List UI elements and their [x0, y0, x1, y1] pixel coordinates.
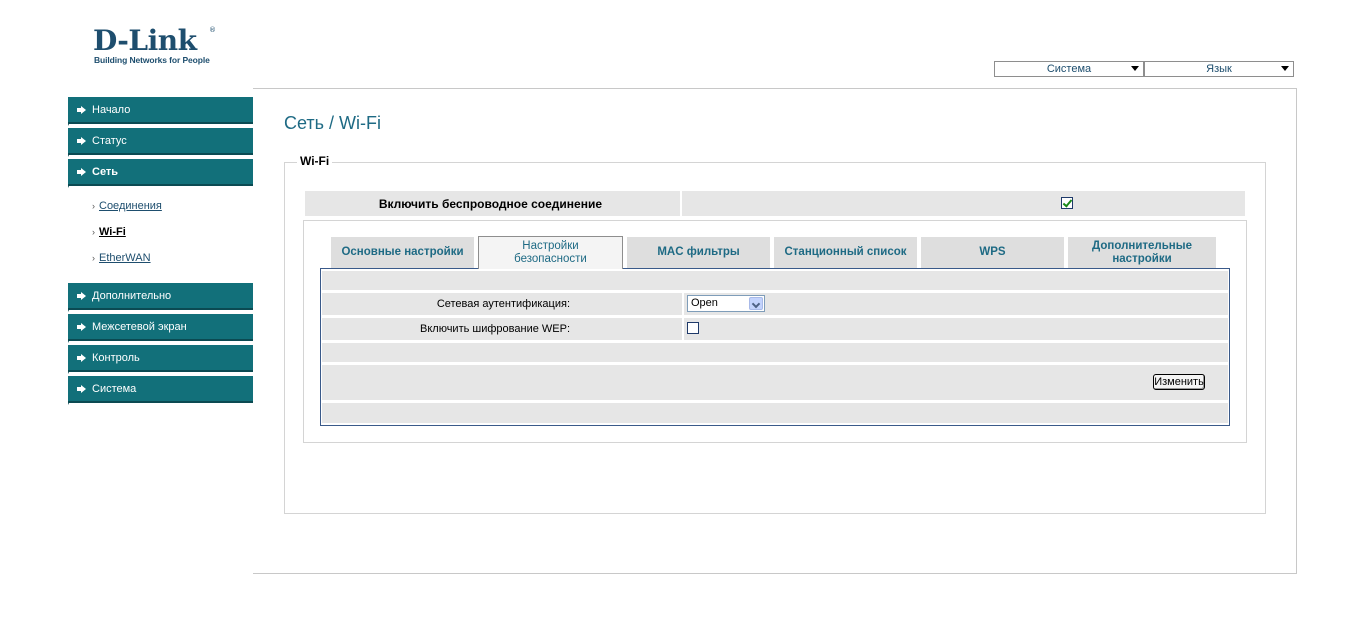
arrow-right-icon — [77, 168, 86, 176]
arrow-right-icon — [77, 323, 86, 331]
bullet-icon: › — [92, 253, 95, 263]
arrow-right-icon — [77, 106, 86, 114]
enable-wireless-checkbox[interactable] — [1061, 197, 1073, 209]
sidebar-item-label: Дополнительно — [92, 290, 172, 302]
wep-value-cell — [684, 318, 1228, 340]
arrow-right-icon — [77, 137, 86, 145]
auth-label: Сетевая аутентификация: — [322, 293, 682, 315]
fieldset-legend: Wi-Fi — [297, 154, 333, 168]
tab-security-settings[interactable]: Настройки безопасности — [478, 236, 623, 269]
sidebar-item-label: Система — [92, 383, 137, 395]
tab-label: MAC фильтры — [657, 246, 740, 258]
wep-label: Включить шифрование WEP: — [322, 318, 682, 340]
sidebar-item-label: Сеть — [92, 166, 119, 178]
tab-label: Дополнительные настройки — [1092, 239, 1192, 265]
sidebar-item-label: Контроль — [92, 352, 140, 364]
wep-checkbox[interactable] — [687, 322, 699, 334]
sidebar-subitem-wifi[interactable]: › Wi-Fi — [92, 226, 126, 238]
enable-wireless-label: Включить беспроводное соединение — [305, 191, 680, 216]
bullet-icon: › — [92, 227, 95, 237]
sidebar-item-firewall[interactable]: Межсетевой экран — [68, 314, 253, 343]
form-spacer-row — [322, 343, 1228, 362]
chevron-down-icon — [1281, 66, 1289, 71]
tab-wps[interactable]: WPS — [921, 237, 1064, 268]
arrow-right-icon — [77, 354, 86, 362]
system-menu-label: Система — [1046, 63, 1092, 75]
auth-value-cell — [684, 293, 1228, 315]
sidebar-subitem-label: Wi-Fi — [99, 226, 126, 238]
auth-select-value: Open — [691, 297, 718, 309]
tab-label: Настройки безопасности — [514, 240, 587, 265]
tab-label: WPS — [979, 246, 1006, 258]
logo-brand: D-Link — [93, 24, 197, 57]
tab-basic-settings[interactable]: Основные настройки — [331, 237, 474, 268]
language-label: Язык — [1206, 63, 1232, 75]
tab-advanced-settings[interactable]: Дополнительные настройки — [1068, 237, 1216, 268]
tab-label: Станционный список — [784, 246, 907, 258]
sidebar-item-control[interactable]: Контроль — [68, 345, 253, 374]
sidebar-item-status[interactable]: Статус — [68, 128, 253, 157]
apply-button[interactable]: Изменить — [1153, 374, 1205, 390]
sidebar-item-network[interactable]: Сеть — [68, 159, 253, 188]
dlink-logo: D-Link ® Building Networks for People — [93, 26, 223, 66]
page-title: Сеть / Wi-Fi — [284, 113, 382, 133]
bullet-icon: › — [92, 201, 95, 211]
sidebar-item-system[interactable]: Система — [68, 376, 253, 405]
sidebar-subitem-connections[interactable]: › Соединения — [92, 200, 162, 212]
sidebar-subitem-label: Соединения — [99, 200, 162, 212]
sidebar-item-label: Межсетевой экран — [92, 321, 187, 333]
logo-tagline: Building Networks for People — [94, 55, 210, 65]
enable-wireless-value-cell — [682, 191, 1245, 216]
tab-mac-filters[interactable]: MAC фильтры — [627, 237, 770, 268]
sidebar-subitem-etherwan[interactable]: › EtherWAN — [92, 252, 151, 264]
chevron-down-icon — [1131, 66, 1139, 71]
language-select[interactable]: Язык — [1144, 61, 1294, 77]
logo-registered: ® — [209, 26, 216, 34]
auth-select[interactable]: Open — [687, 295, 765, 312]
sidebar-subitem-label: EtherWAN — [99, 252, 151, 264]
chevron-down-icon — [749, 297, 763, 310]
sidebar-item-label: Статус — [92, 135, 127, 147]
form-spacer-row — [322, 403, 1228, 423]
form-spacer-row — [322, 271, 1228, 290]
arrow-right-icon — [77, 385, 86, 393]
tab-label: Основные настройки — [341, 246, 464, 258]
sidebar-item-advanced[interactable]: Дополнительно — [68, 283, 253, 312]
tab-station-list[interactable]: Станционный список — [774, 237, 917, 268]
sidebar-item-label: Начало — [92, 104, 131, 116]
enable-wireless-row: Включить беспроводное соединение — [305, 191, 1245, 216]
arrow-right-icon — [77, 292, 86, 300]
system-menu-select[interactable]: Система — [994, 61, 1144, 77]
sidebar-item-home[interactable]: Начало — [68, 97, 253, 126]
form-actions-row — [322, 365, 1228, 400]
